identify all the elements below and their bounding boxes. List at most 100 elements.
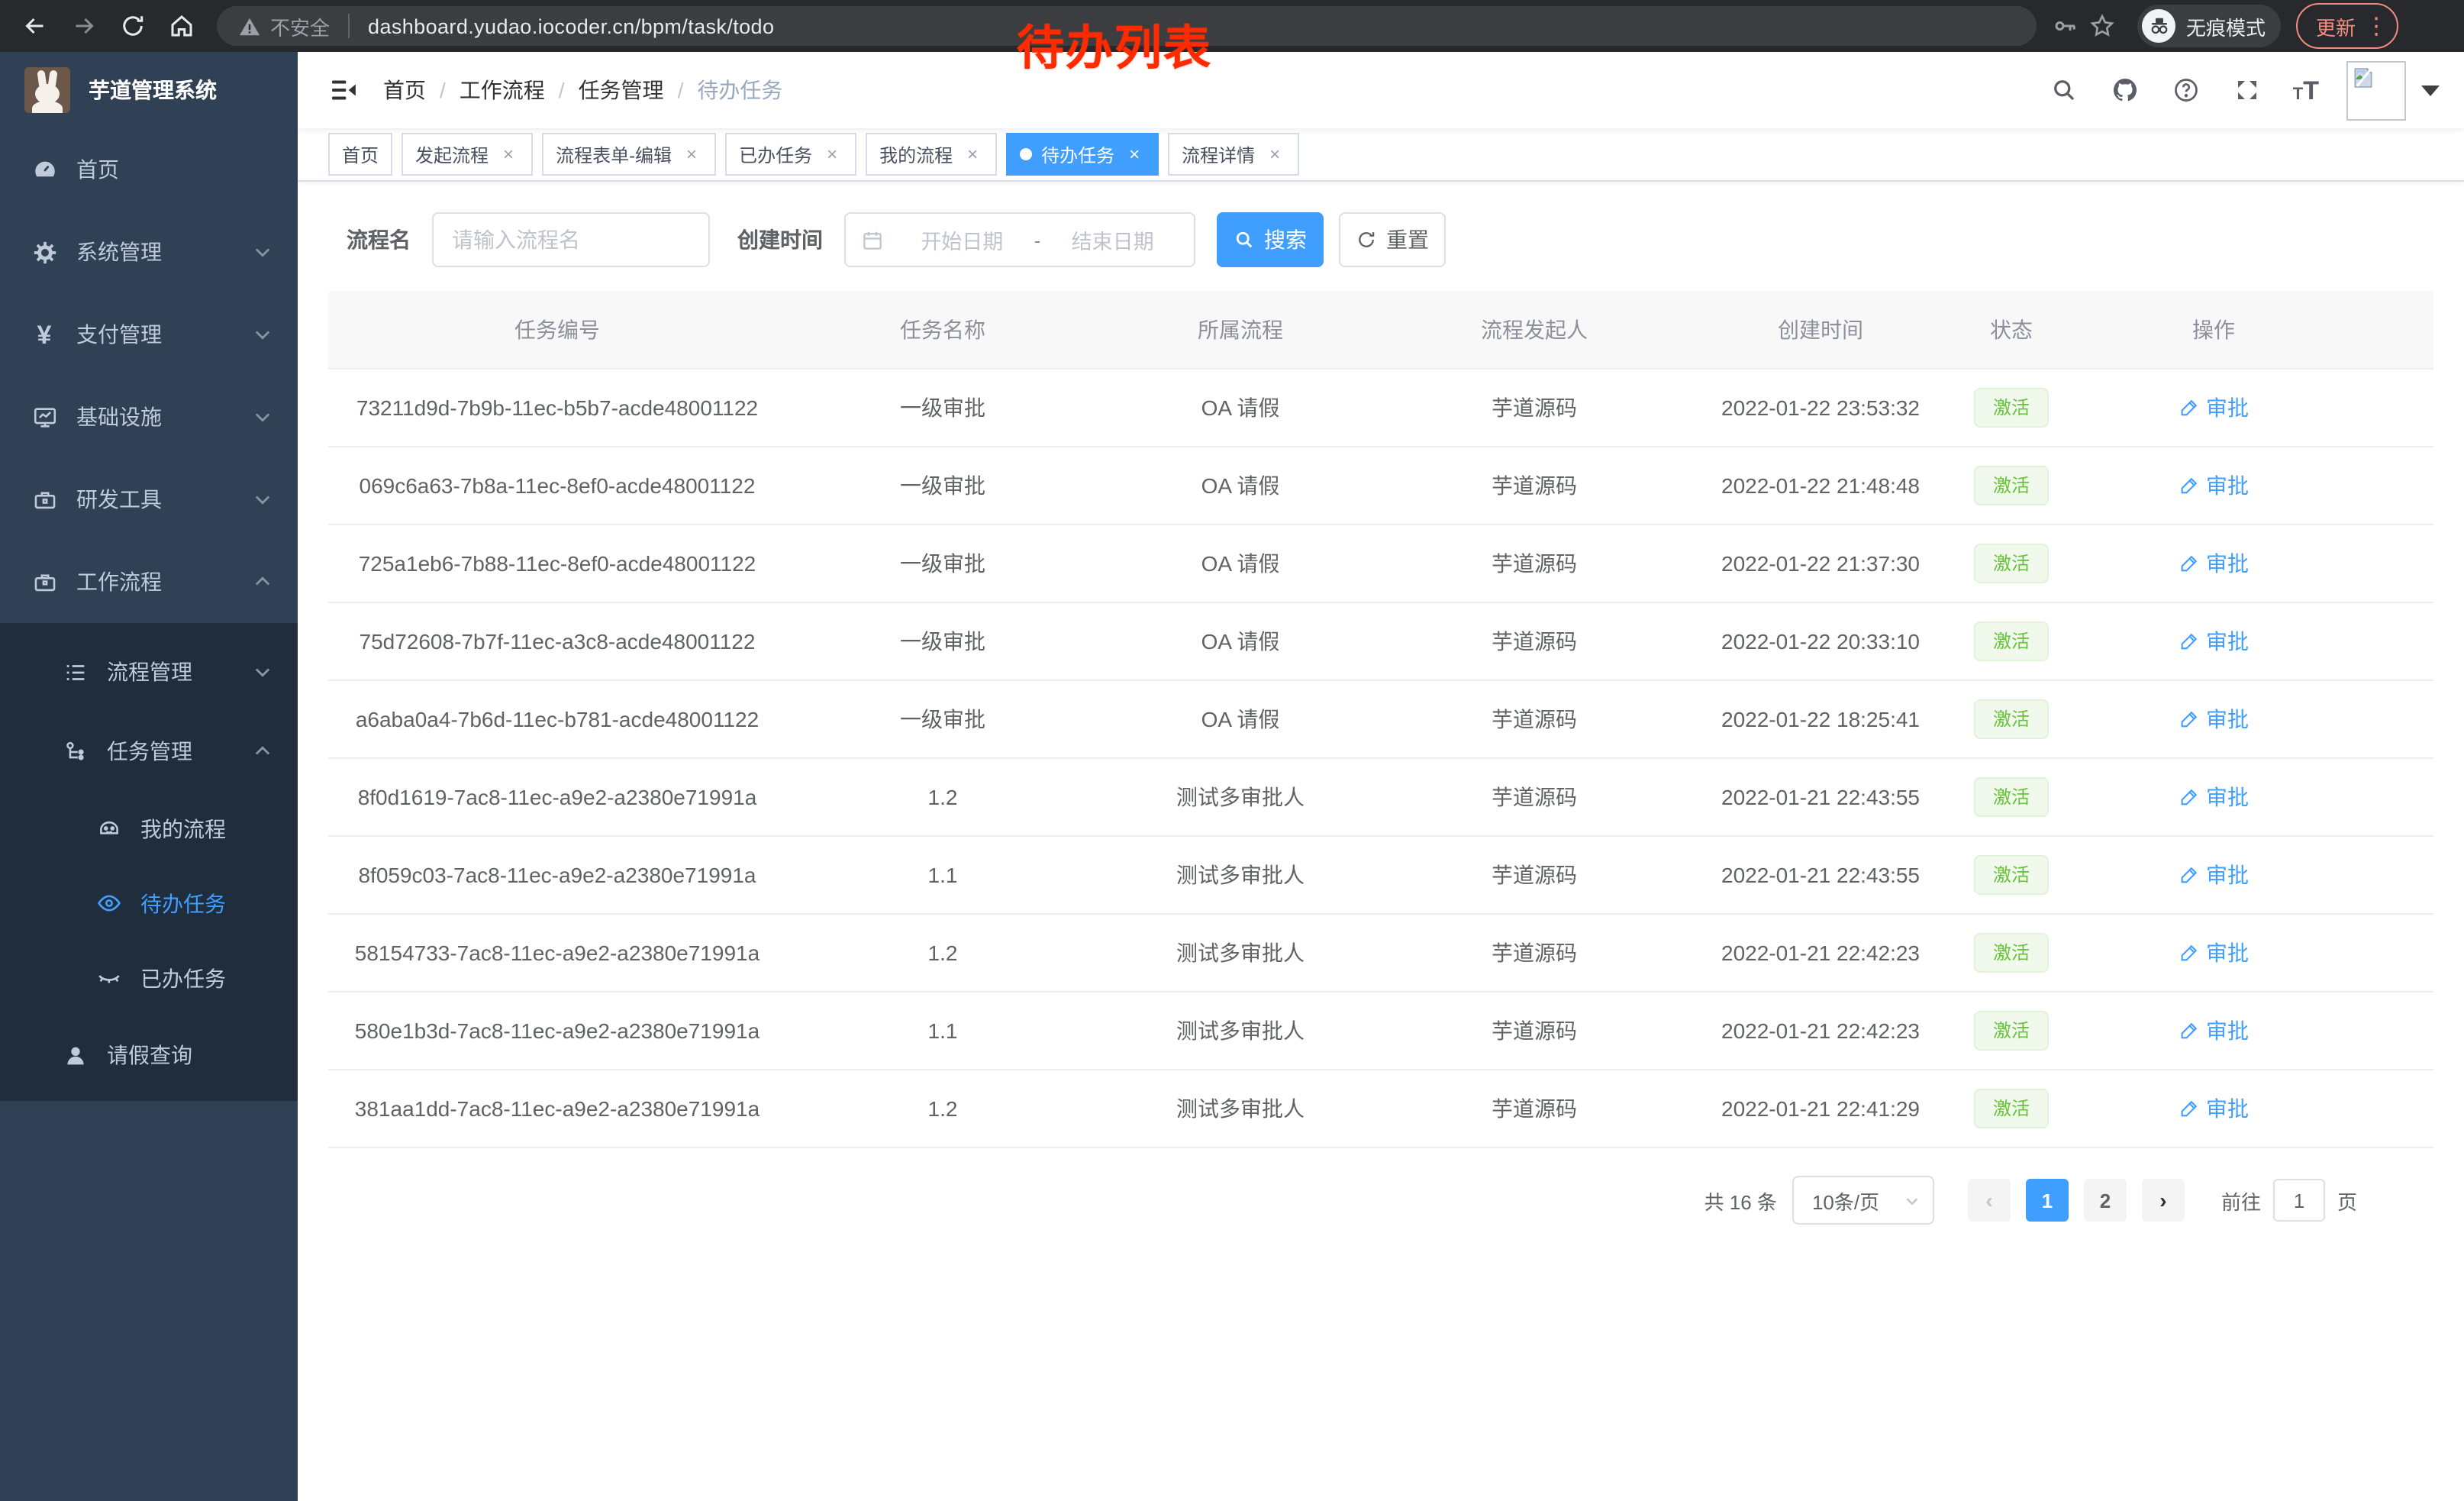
tags-view-bar: 首页 发起流程× 流程表单-编辑× 已办任务× 我的流程× 待办任务× 流程详情… [298,128,2464,182]
chevron-down-icon [252,489,273,510]
sidebar-item-infrastructure[interactable]: 基础设施 [0,376,298,458]
breadcrumb-current: 待办任务 [697,75,782,105]
table-row: 58154733-7ac8-11ec-a9e2-a2380e71991a 1.2… [328,914,2433,992]
status-badge: 激活 [1975,1089,2048,1128]
breadcrumb-home[interactable]: 首页 [383,75,426,105]
edit-pen-icon [2179,1098,2200,1119]
sidebar-item-dev-tools[interactable]: 研发工具 [0,458,298,541]
yen-icon: ¥ [31,321,58,348]
task-id-cell: 8f059c03-7ac8-11ec-a9e2-a2380e71991a [328,836,786,914]
status-badge: 激活 [1975,777,2048,817]
status-cell: 激活 [1954,836,2069,914]
browser-reload-button[interactable] [119,12,147,40]
close-icon[interactable]: × [681,144,702,165]
browser-back-button[interactable] [21,12,49,40]
sidebar-item-home[interactable]: 首页 [0,128,298,211]
page-size-select[interactable]: 10条/页 [1792,1176,1934,1225]
table-row: 381aa1dd-7ac8-11ec-a9e2-a2380e71991a 1.2… [328,1070,2433,1148]
status-cell: 激活 [1954,602,2069,680]
close-icon[interactable]: × [821,144,843,165]
robot-icon [95,815,122,842]
broken-image-icon [2351,65,2375,89]
sidebar-item-process-management[interactable]: 流程管理 [0,632,298,712]
eye-closed-icon [95,964,122,992]
sidebar-item-system[interactable]: 系统管理 [0,211,298,293]
tab-process-form-edit[interactable]: 流程表单-编辑× [542,133,716,176]
goto-page-input[interactable] [2273,1179,2325,1222]
process-name-input[interactable] [432,212,710,267]
browser-update-button[interactable]: 更新 ⋮ [2296,3,2398,49]
goto-suffix: 页 [2337,1186,2357,1215]
time-cell: 2022-01-21 22:42:23 [1687,914,1954,992]
browser-forward-button[interactable] [70,12,98,40]
approve-link[interactable]: 审批 [2179,1015,2249,1046]
url-text[interactable]: dashboard.yudao.iocoder.cn/bpm/task/todo [368,15,774,37]
reset-button[interactable]: 重置 [1339,212,1446,267]
search-button[interactable]: 搜索 [1217,212,1324,267]
dashboard-icon [31,156,58,183]
start-date-placeholder[interactable]: 开始日期 [896,224,1028,255]
time-cell: 2022-01-22 23:53:32 [1687,369,1954,447]
task-id-cell: 725a1eb6-7b88-11ec-8ef0-acde48001122 [328,525,786,602]
tab-done-tasks[interactable]: 已办任务× [725,133,856,176]
browser-home-button[interactable] [168,12,195,40]
tab-todo-tasks[interactable]: 待办任务× [1006,133,1159,176]
tab-process-detail[interactable]: 流程详情× [1168,133,1299,176]
close-icon[interactable]: × [498,144,519,165]
sidebar-item-task-management[interactable]: 任务管理 [0,712,298,791]
approve-link[interactable]: 审批 [2179,938,2249,968]
approve-link[interactable]: 审批 [2179,626,2249,657]
app-shell: 芋道管理系统 首页 系统管理 ¥ 支付管理 基础设施 [0,52,2464,1501]
avatar[interactable] [2346,60,2406,120]
security-label[interactable]: 不安全 [270,11,330,40]
breadcrumb-separator: / [440,78,446,102]
status-cell: 激活 [1954,525,2069,602]
font-size-button[interactable]: TT [2293,77,2319,103]
tab-start-process[interactable]: 发起流程× [402,133,533,176]
fullscreen-button[interactable] [2232,75,2262,105]
page-number-1[interactable]: 1 [2026,1179,2069,1222]
bookmark-star-button[interactable] [2088,12,2116,40]
header-search-button[interactable] [2049,75,2079,105]
next-page-button[interactable]: › [2142,1179,2185,1222]
sidebar-item-todo-tasks[interactable]: 待办任务 [0,866,298,941]
approve-link[interactable]: 审批 [2179,782,2249,812]
avatar-caret-icon[interactable] [2421,85,2440,95]
tab-home[interactable]: 首页 [328,133,392,176]
approve-link[interactable]: 审批 [2179,470,2249,501]
breadcrumb-task-management[interactable]: 任务管理 [579,75,664,105]
close-icon[interactable]: × [1124,144,1145,165]
browser-menu-icon[interactable]: ⋮ [2365,15,2388,37]
incognito-badge: 无痕模式 [2137,5,2281,47]
table-header-row: 任务编号 任务名称 所属流程 流程发起人 创建时间 状态 操作 [328,292,2433,369]
chevron-down-icon [252,241,273,263]
prev-page-button[interactable]: ‹ [1968,1179,2011,1222]
sidebar-item-leave-query[interactable]: 请假查询 [0,1015,298,1095]
approve-link[interactable]: 审批 [2179,548,2249,579]
page-number-2[interactable]: 2 [2084,1179,2127,1222]
close-icon[interactable]: × [1264,144,1285,165]
approve-link[interactable]: 审批 [2179,1093,2249,1124]
time-cell: 2022-01-22 20:33:10 [1687,602,1954,680]
end-date-placeholder[interactable]: 结束日期 [1047,224,1179,255]
sidebar-collapse-button[interactable] [328,75,359,105]
approve-link[interactable]: 审批 [2179,704,2249,734]
tab-my-process[interactable]: 我的流程× [866,133,997,176]
password-key-button[interactable] [2052,12,2079,40]
action-cell: 审批 [2069,914,2359,992]
approve-link[interactable]: 审批 [2179,860,2249,890]
sidebar-item-workflow[interactable]: 工作流程 [0,541,298,623]
time-cell: 2022-01-22 18:25:41 [1687,680,1954,758]
breadcrumb-workflow[interactable]: 工作流程 [460,75,545,105]
sidebar-item-my-process[interactable]: 我的流程 [0,791,298,866]
sidebar-logo[interactable]: 芋道管理系统 [0,52,298,128]
approve-link[interactable]: 审批 [2179,392,2249,423]
date-range-picker[interactable]: 开始日期 - 结束日期 [844,212,1195,267]
close-icon[interactable]: × [962,144,983,165]
table-row: 75d72608-7b7f-11ec-a3c8-acde48001122 一级审… [328,602,2433,680]
help-doc-button[interactable] [2171,75,2201,105]
sidebar-item-payment[interactable]: ¥ 支付管理 [0,293,298,376]
github-link-button[interactable] [2110,75,2140,105]
action-cell: 审批 [2069,525,2359,602]
sidebar-item-done-tasks[interactable]: 已办任务 [0,941,298,1015]
